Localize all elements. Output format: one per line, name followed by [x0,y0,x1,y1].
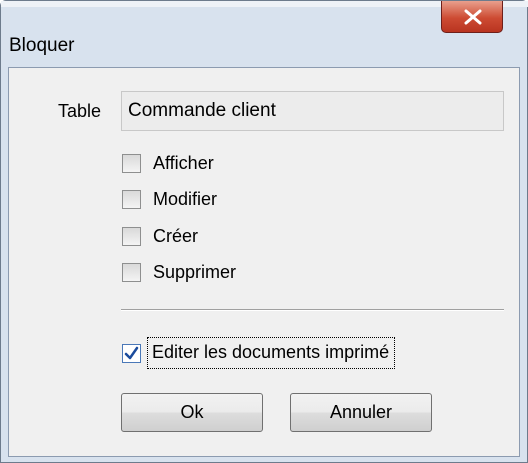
checkbox-creer[interactable] [122,227,141,246]
dialog-body: Table Commande client Afficher Modifier … [8,67,520,457]
separator [121,309,504,311]
table-label: Table [58,101,102,121]
checkbox-modifier[interactable] [122,190,141,209]
dialog-window: Bloquer Table Commande client Afficher M… [0,0,528,463]
window-title: Bloquer [9,35,75,56]
checkbox-creer-label: Créer [153,226,199,246]
checkbox-afficher[interactable] [122,154,141,173]
close-x-icon [464,9,482,25]
checkbox-supprimer[interactable] [122,263,141,282]
checkbox-editer-documents-label: Editer les documents imprimé [152,342,390,362]
checkbox-afficher-label: Afficher [153,153,214,173]
checkbox-modifier-label: Modifier [153,189,218,209]
checkbox-editer-documents[interactable] [122,344,141,363]
checkmark-icon [124,346,139,360]
cancel-button[interactable]: Annuler [290,393,432,432]
close-button[interactable] [441,1,503,33]
table-name-field: Commande client [121,91,504,131]
ok-button[interactable]: Ok [121,393,263,432]
checkbox-supprimer-label: Supprimer [153,262,237,282]
